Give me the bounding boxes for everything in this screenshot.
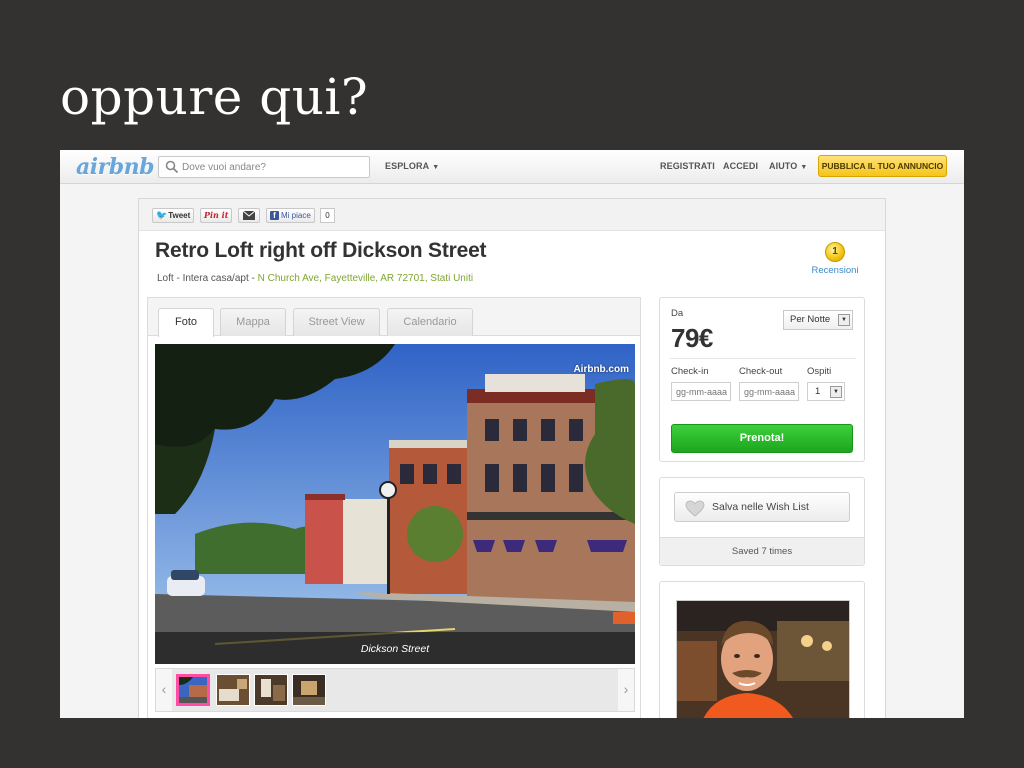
airbnb-logo[interactable]: airbnb: [76, 154, 154, 180]
checkout-label: Check-out: [739, 366, 783, 377]
pin-it-label: Pin it: [204, 210, 229, 220]
envelope-icon: [242, 210, 256, 220]
book-button[interactable]: Prenota!: [671, 424, 853, 453]
review-count-badge: 1: [825, 242, 845, 262]
price-value: 79€: [671, 323, 713, 353]
facebook-icon: f: [270, 211, 279, 220]
street-scene-image: [155, 344, 635, 664]
photo-caption: Dickson Street: [360, 643, 430, 655]
thumbnail-3[interactable]: [254, 674, 288, 706]
checkin-label: Check-in: [671, 366, 709, 377]
search-box[interactable]: [158, 156, 370, 178]
host-panel: [659, 581, 865, 718]
next-photo-button[interactable]: ›: [618, 669, 634, 711]
photo-panel: Foto Mappa Street View Calendario Airbnb…: [147, 297, 641, 718]
save-wishlist-button[interactable]: Salva nelle Wish List: [674, 492, 850, 522]
booking-panel: Da 79€ Per Notte ▼ Check-in Check-out Os…: [659, 297, 865, 462]
chevron-right-icon: ›: [623, 681, 629, 697]
publish-listing-button[interactable]: PUBBLICA IL TUO ANNUNCIO: [818, 155, 947, 177]
listing-card: 🐦Tweet Pin it f Mi piace 0 Retro Loft rig…: [138, 198, 886, 718]
listing-address-link[interactable]: N Church Ave, Fayetteville, AR 72701, St…: [258, 273, 473, 284]
thumbnail-strip: ‹ ›: [155, 668, 635, 712]
chevron-left-icon: ‹: [161, 681, 167, 697]
heart-icon: [685, 500, 705, 517]
thumbnail-4[interactable]: [292, 674, 326, 706]
tweet-label: Tweet: [168, 211, 191, 220]
separator: -: [248, 273, 258, 284]
chevron-down-icon: ▼: [800, 164, 808, 171]
dropdown-arrow-icon: ▼: [830, 386, 842, 398]
photo-watermark: Airbnb.com: [573, 364, 629, 375]
thumbnail-image: [179, 677, 207, 703]
thumbnail-2[interactable]: [216, 674, 250, 706]
tab-mappa[interactable]: Mappa: [220, 308, 286, 336]
share-bar: 🐦Tweet Pin it f Mi piace 0: [139, 199, 885, 231]
search-input[interactable]: [182, 159, 366, 175]
guests-select[interactable]: 1 ▼: [807, 382, 845, 401]
reviews-link[interactable]: Recensioni: [807, 265, 863, 276]
like-label: Mi piace: [281, 211, 311, 220]
prev-photo-button[interactable]: ‹: [156, 669, 172, 711]
listing-type: Loft - Intera casa/apt: [157, 273, 249, 284]
login-link[interactable]: ACCEDI: [723, 161, 758, 171]
listing-subtitle: Loft - Intera casa/apt - N Church Ave, F…: [157, 273, 473, 284]
like-count: 0: [320, 208, 335, 223]
thumbnail-image: [255, 675, 287, 705]
tweet-button[interactable]: 🐦Tweet: [152, 208, 195, 223]
facebook-like-button[interactable]: f Mi piace: [266, 208, 315, 223]
tab-calendario[interactable]: Calendario: [387, 308, 473, 336]
reviews-widget[interactable]: 1 Recensioni: [807, 241, 863, 276]
price-period-select[interactable]: Per Notte ▼: [783, 310, 853, 330]
thumbnail-1[interactable]: [176, 674, 210, 706]
thumbnail-image: [293, 675, 325, 705]
pin-it-button[interactable]: Pin it: [200, 208, 233, 223]
dropdown-arrow-icon: ▼: [838, 314, 850, 326]
chevron-down-icon: ▼: [432, 164, 440, 171]
listing-title: Retro Loft right off Dickson Street: [155, 239, 487, 262]
thumbnail-image: [217, 675, 249, 705]
checkout-input[interactable]: [739, 382, 799, 401]
host-avatar[interactable]: [676, 600, 850, 718]
explore-label: ESPLORA: [385, 161, 430, 171]
tab-bar: Foto Mappa Street View Calendario: [148, 298, 640, 337]
twitter-bird-icon: 🐦: [156, 210, 168, 220]
browser-screenshot: airbnb ESPLORA▼ REGISTRATI ACCEDI AIUTO▼…: [60, 150, 964, 718]
wishlist-panel: Salva nelle Wish List Saved 7 times: [659, 477, 865, 566]
email-share-button[interactable]: [238, 208, 260, 223]
guests-label: Ospiti: [807, 366, 832, 377]
save-wishlist-label: Salva nelle Wish List: [712, 501, 809, 513]
price-period-value: Per Notte: [790, 314, 831, 325]
checkin-input[interactable]: [671, 382, 731, 401]
top-navbar: airbnb ESPLORA▼ REGISTRATI ACCEDI AIUTO▼…: [60, 150, 964, 184]
register-link[interactable]: REGISTRATI: [660, 161, 715, 171]
divider: [670, 358, 856, 359]
guests-value: 1: [815, 386, 821, 397]
main-photo[interactable]: Airbnb.com Dickson Street: [155, 344, 635, 664]
saved-count: Saved 7 times: [660, 537, 864, 565]
tab-street-view[interactable]: Street View: [293, 308, 380, 336]
help-label: AIUTO: [769, 161, 798, 171]
slide-title: oppure qui?: [60, 68, 369, 126]
help-menu[interactable]: AIUTO ▼: [769, 161, 807, 171]
explore-menu[interactable]: ESPLORA ▼: [385, 161, 439, 171]
host-photo-image: [677, 601, 849, 718]
price-from-label: Da: [671, 308, 684, 319]
tab-foto[interactable]: Foto: [158, 308, 214, 337]
search-icon: [165, 160, 179, 174]
